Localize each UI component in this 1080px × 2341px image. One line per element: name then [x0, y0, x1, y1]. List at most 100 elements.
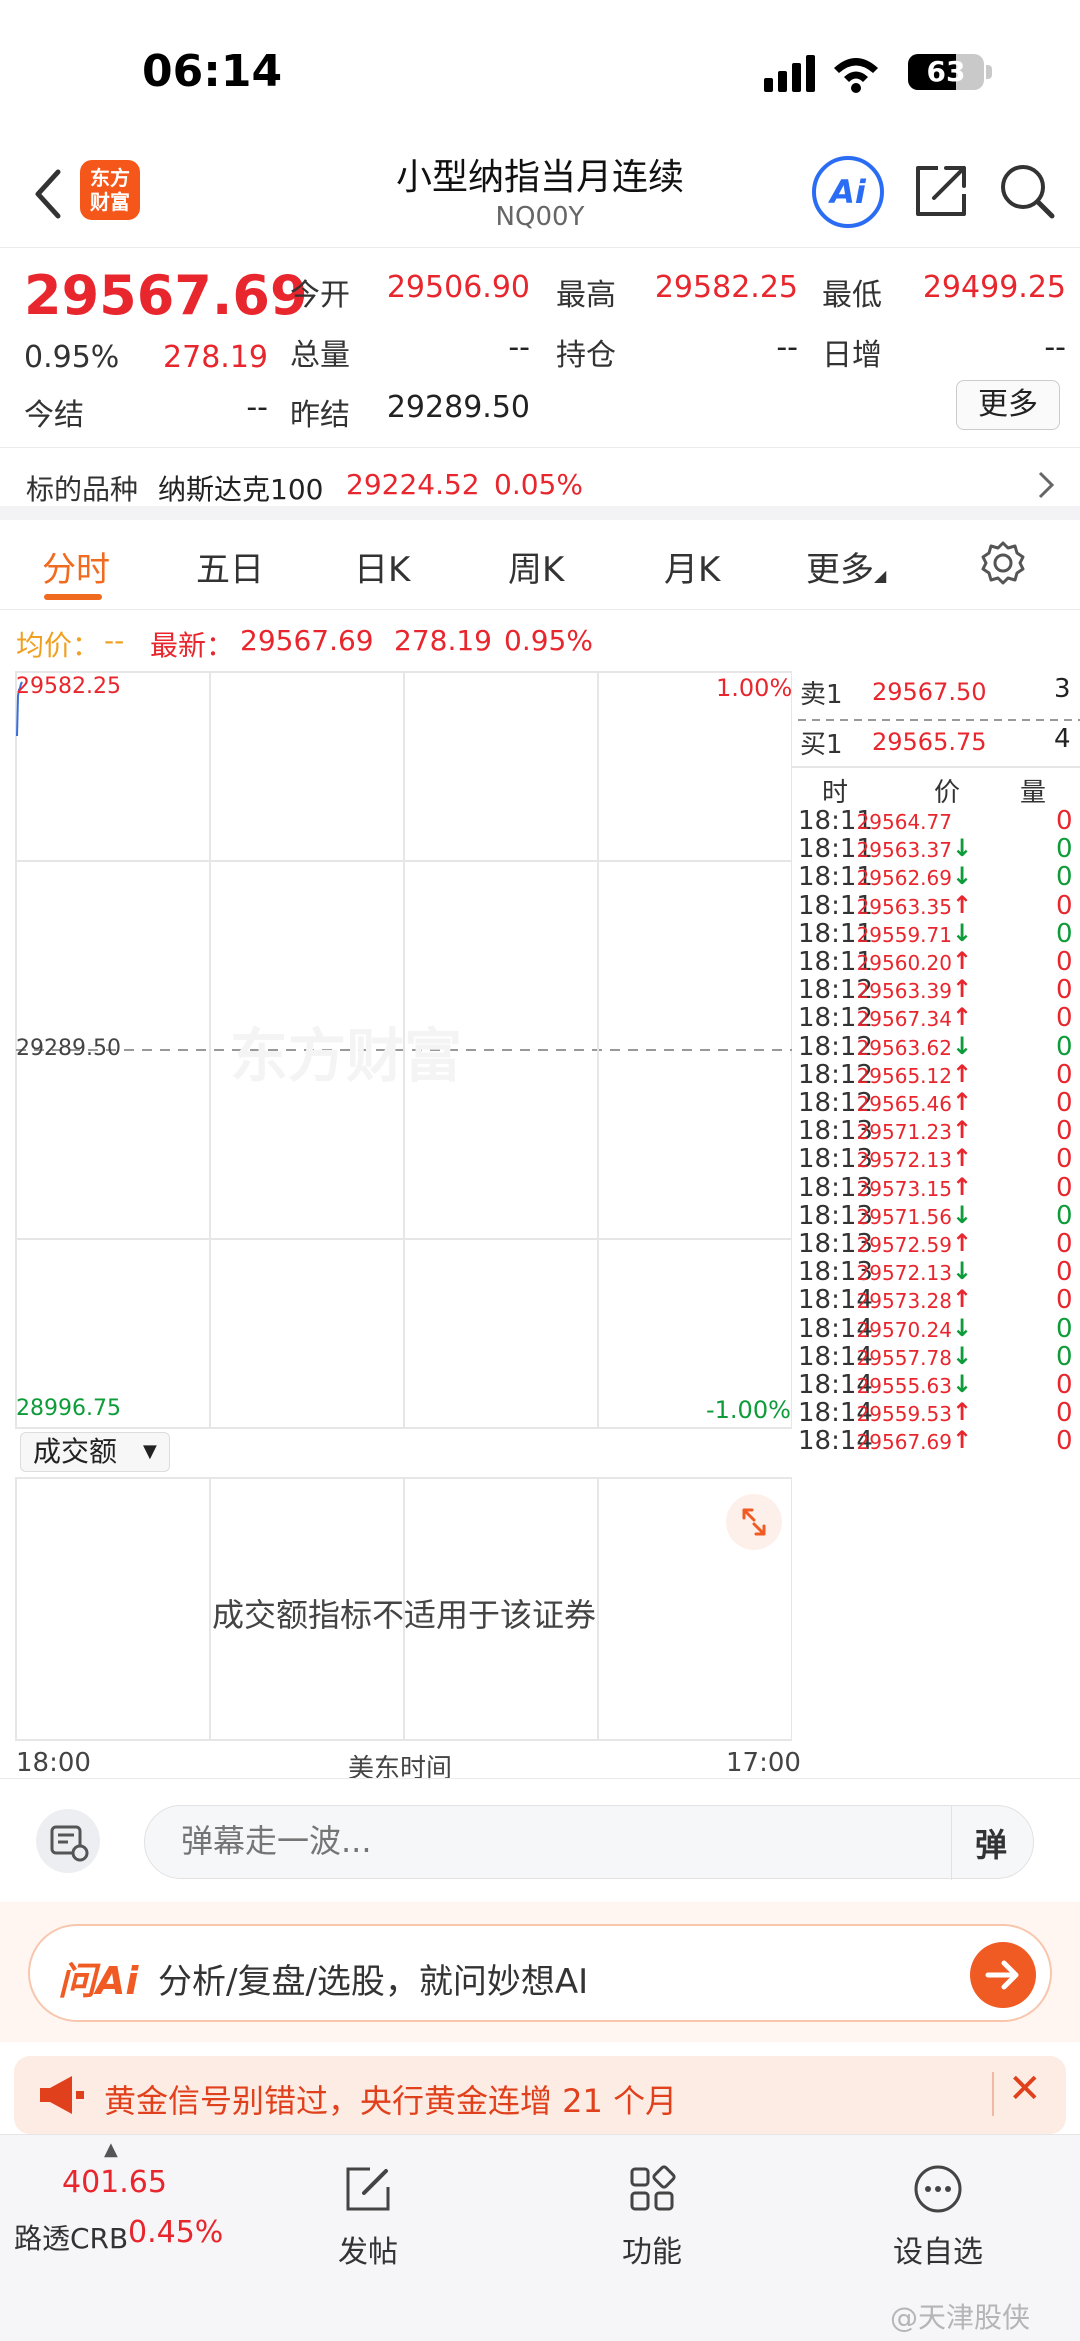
low-value: 29499.25	[922, 270, 1066, 305]
tick-row: 18:11 29562.69 ↓ 0	[792, 862, 1080, 893]
tick-price: 29572.13	[856, 1261, 952, 1286]
caret-icon: ◢	[874, 566, 887, 585]
tick-qty: 0	[1056, 1200, 1073, 1231]
high-label: 最高	[556, 278, 616, 313]
volume-value: --	[508, 330, 530, 365]
tick-price: 29572.59	[856, 1233, 952, 1257]
arrow-up-icon: ↑	[952, 890, 973, 919]
dropdown-caret-icon: ▼	[143, 1441, 157, 1462]
sell1-price: 29567.50	[872, 678, 987, 706]
intraday-chart[interactable]: 东方财富 29582.25 29289.50 28996.75 1.00% -1…	[0, 666, 801, 1786]
tick-price: 29563.35	[856, 894, 952, 919]
chart-watermark: 东方财富	[230, 1022, 462, 1090]
tick-price: 29571.23	[856, 1120, 952, 1145]
share-icon[interactable]	[912, 162, 970, 220]
avg-value: --	[104, 624, 125, 657]
tab-more[interactable]: 更多◢	[806, 542, 886, 591]
ai-go-button[interactable]	[970, 1942, 1036, 2008]
high-value: 29582.25	[654, 270, 798, 305]
tick-row: 18:13 29572.13 ↓ 0	[792, 1257, 1080, 1287]
danmu-separator	[951, 1806, 952, 1880]
banner-close-button[interactable]: ✕	[1008, 2066, 1042, 2112]
tick-qty: 0	[1056, 975, 1073, 1006]
tick-qty: 0	[1056, 1398, 1073, 1429]
arrow-up-icon: ↑	[952, 1229, 973, 1257]
arrow-right-icon	[985, 1960, 1019, 1990]
status-bar: 06:14 63	[0, 0, 1080, 140]
arrow-down-icon: ↓	[952, 918, 973, 947]
edit-post-icon	[346, 2167, 390, 2211]
tab-monthly-k[interactable]: 月K	[664, 542, 720, 591]
open-label: 今开	[290, 278, 350, 313]
quote-panel: 29567.69 0.95% 278.19 今结 -- 今开 29506.90 …	[0, 248, 1080, 448]
nav-bar: 东方 财富 小型纳指当月连续 NQ00Y Ai	[0, 140, 1080, 248]
megaphone-icon	[40, 2076, 84, 2114]
tick-price: 29559.71	[856, 922, 952, 947]
book-header-line	[792, 766, 1080, 768]
open-interest-value: --	[776, 330, 798, 365]
tick-qty: 0	[1056, 890, 1073, 921]
tick-price: 29565.12	[856, 1063, 952, 1088]
danmu-input[interactable]	[181, 1822, 881, 1860]
news-banner[interactable]: 黄金信号别错过，央行黄金连增 21 个月 ✕	[14, 2056, 1066, 2134]
tick-price: 29560.20	[856, 951, 952, 975]
banner-text: 黄金信号别错过，央行黄金连增 21 个月	[104, 2082, 678, 2120]
battery-percent: 63	[926, 55, 966, 88]
function-label: 功能	[622, 2235, 682, 2270]
tick-price: 29572.13	[856, 1148, 952, 1173]
tick-qty: 0	[1056, 1144, 1073, 1175]
low-label: 最低	[822, 278, 882, 313]
arrow-up-icon: ↑	[952, 1003, 973, 1032]
tick-price: 29563.62	[856, 1035, 952, 1060]
tick-price: 29573.15	[856, 1176, 952, 1201]
sell1-label: 卖1	[800, 680, 843, 710]
tab-weekly-k[interactable]: 周K	[508, 542, 564, 591]
tick-qty: 0	[1056, 1116, 1073, 1147]
index-name: 路透CRB	[14, 2222, 129, 2255]
tick-row: 18:14 29567.69 ↑ 0	[792, 1426, 1080, 1456]
tick-qty: 0	[1056, 947, 1073, 977]
danmu-box: 弹	[144, 1805, 1034, 1880]
tick-row: 18:14 29570.24 ↓ 0	[792, 1314, 1080, 1344]
settings-gear-icon[interactable]	[980, 540, 1026, 586]
col-time: 时	[822, 778, 849, 808]
search-icon[interactable]	[998, 162, 1056, 220]
tab-intraday[interactable]: 分时	[42, 542, 110, 591]
ai-button[interactable]: Ai	[812, 156, 884, 228]
change-percent: 0.95%	[24, 340, 120, 375]
more-button[interactable]: 更多	[956, 380, 1060, 430]
danmu-toggle-button[interactable]: 弹	[975, 1820, 1007, 1866]
post-button[interactable]: 发帖	[288, 2163, 448, 2271]
tab-daily-k[interactable]: 日K	[354, 542, 410, 591]
tab-indicator	[44, 594, 102, 600]
tick-row: 18:12 29563.62 ↓ 0	[792, 1032, 1080, 1062]
latest-pct: 0.95%	[504, 624, 593, 657]
last-price: 29567.69	[24, 264, 308, 327]
tick-qty: 0	[1056, 1341, 1073, 1372]
arrow-up-icon: ↑	[952, 975, 973, 1004]
indicator-select[interactable]: 成交额 ▼	[20, 1432, 170, 1472]
y-min-label: 28996.75	[16, 1396, 121, 1421]
underlying-name: 纳斯达克100	[158, 473, 324, 506]
tab-five-day[interactable]: 五日	[196, 542, 264, 591]
indicator-label: 成交额	[33, 1435, 118, 1468]
ai-logo: 问Ai	[58, 1959, 139, 2003]
ai-section: 问Ai 分析/复盘/选股，就问妙想AI	[0, 1902, 1080, 2042]
function-button[interactable]: 功能	[572, 2163, 732, 2271]
tick-price: 29563.39	[856, 979, 952, 1004]
tick-row: 18:14 29573.28 ↑ 0	[792, 1285, 1080, 1315]
index-ticker[interactable]: ▲ 401.65 路透CRB 0.45%	[0, 2135, 230, 2265]
tick-price: 29573.28	[856, 1289, 952, 1314]
latest-change: 278.19	[394, 624, 492, 657]
tick-row: 18:13 29571.56 ↓ 0	[792, 1200, 1080, 1231]
tick-qty: 0	[1056, 862, 1073, 893]
latest-value: 29567.69	[240, 624, 374, 657]
message-settings-button[interactable]	[36, 1809, 100, 1873]
ai-ask-box[interactable]: 问Ai 分析/复盘/选股，就问妙想AI	[28, 1924, 1052, 2022]
change-amount: 278.19	[163, 340, 268, 375]
expand-button[interactable]	[726, 1494, 782, 1550]
underlying-row[interactable]: 标的品种 纳斯达克100 29224.52 0.05%	[0, 448, 1080, 520]
avg-price-line: 均价： -- 最新： 29567.69 278.19 0.95%	[0, 616, 1080, 666]
prev-settle-value: 29289.50	[386, 390, 530, 425]
add-watchlist-button[interactable]: 设自选	[858, 2163, 1018, 2271]
